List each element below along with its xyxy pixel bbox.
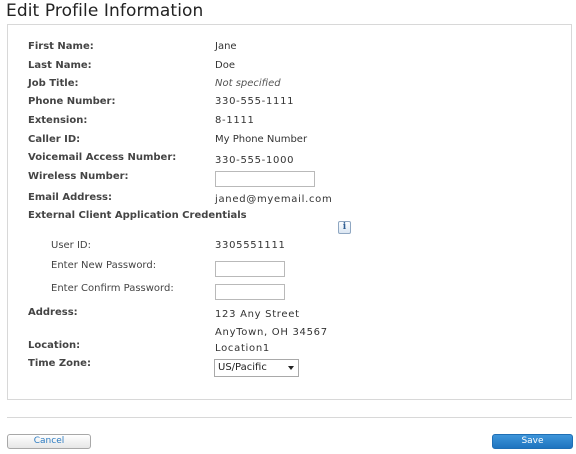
footer-divider [7,417,572,418]
chevron-down-icon [288,366,294,370]
time-zone-selected: US/Pacific [218,362,267,373]
new-password-input[interactable] [215,261,285,277]
confirm-password-input[interactable] [215,284,285,300]
user-id-value: 3305551111 [215,240,286,251]
page-title: Edit Profile Information [6,1,204,21]
time-zone-label: Time Zone: [28,358,91,369]
phone-number-value: 330-555-1111 [215,96,295,107]
job-title-label: Job Title: [28,78,79,89]
extension-label: Extension: [28,115,88,126]
first-name-value: Jane [215,41,237,52]
wireless-number-input[interactable] [215,171,315,187]
cancel-button[interactable]: Cancel [7,434,91,449]
caller-id-label: Caller ID: [28,134,81,145]
last-name-value: Doe [215,60,235,71]
wireless-number-label: Wireless Number: [28,171,129,182]
info-icon[interactable]: i [338,221,351,234]
email-address-value: janed@myemail.com [215,194,333,205]
job-title-value: Not specified [215,78,281,89]
caller-id-value: My Phone Number [215,134,308,145]
address-label: Address: [28,307,78,318]
confirm-password-label: Enter Confirm Password: [51,283,174,294]
save-button[interactable]: Save [492,434,573,449]
voicemail-access-number-value: 330-555-1000 [215,155,295,166]
location-value: Location1 [215,343,270,354]
last-name-label: Last Name: [28,60,92,71]
user-id-label: User ID: [51,240,91,251]
new-password-label: Enter New Password: [51,260,157,271]
time-zone-select[interactable]: US/Pacific [214,359,299,377]
address-line1: 123 Any Street [215,309,300,320]
voicemail-access-number-label: Voicemail Access Number: [28,152,177,163]
location-label: Location: [28,340,81,351]
address-line2: AnyTown, OH 34567 [215,327,328,338]
email-address-label: Email Address: [28,192,113,203]
extension-value: 8-1111 [215,115,255,126]
first-name-label: First Name: [28,41,94,52]
phone-number-label: Phone Number: [28,96,116,107]
credentials-heading: External Client Application Credentials [28,210,247,221]
